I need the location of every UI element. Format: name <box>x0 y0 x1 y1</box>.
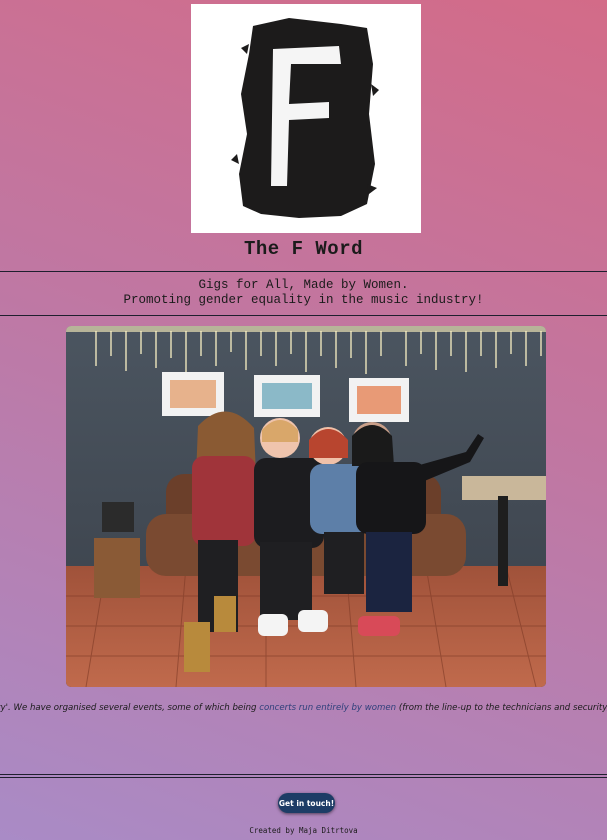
ticker-highlight: concerts run entirely by women <box>259 703 397 713</box>
tagline-line-1: Gigs for All, Made by Women. <box>198 278 409 292</box>
footer-divider <box>0 774 607 778</box>
site-title: The F Word <box>243 238 364 260</box>
about-ticker: ility'. We have organised several events… <box>0 700 607 716</box>
ticker-text: (from the line-up to the technicians and… <box>398 703 607 713</box>
ticker-text: ility'. We have organised several events… <box>0 703 260 713</box>
tagline: Gigs for All, Made by Women. Promoting g… <box>0 278 607 308</box>
tagline-line-2: Promoting gender equality in the music i… <box>123 293 484 307</box>
divider <box>0 315 607 316</box>
logo: F <box>191 4 421 233</box>
group-photo-image <box>66 326 546 687</box>
get-in-touch-button[interactable]: Get in touch! <box>278 793 335 813</box>
divider <box>0 271 607 272</box>
f-word-logo-icon <box>231 18 379 218</box>
credit-text: Created by Maja Ditrtova <box>249 826 358 835</box>
